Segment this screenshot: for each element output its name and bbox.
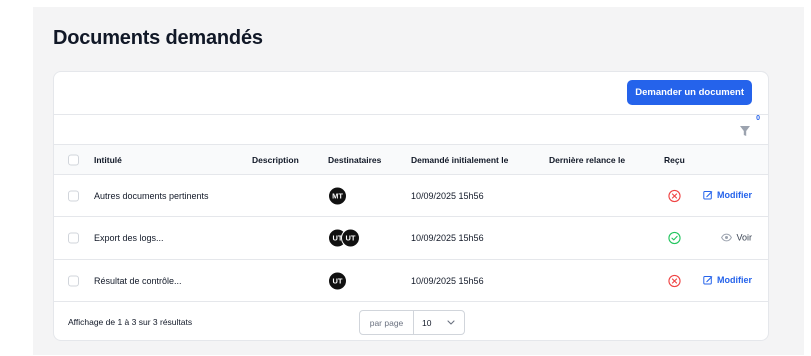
page-title: Documents demandés xyxy=(53,27,263,49)
select-all-checkbox[interactable] xyxy=(68,154,79,165)
x-circle-icon xyxy=(668,274,681,287)
table-header: Intitulé Description Destinataires Deman… xyxy=(54,145,768,175)
row-title: Export des logs... xyxy=(94,233,164,243)
row-requested-date: 10/09/2025 15h56 xyxy=(411,233,484,243)
column-header-recipients[interactable]: Destinataires xyxy=(328,155,381,165)
documents-card: Demander un document 0 Intitulé Descript… xyxy=(53,71,769,341)
row-title: Autres documents pertinents xyxy=(94,190,209,201)
row-action: Voir xyxy=(721,233,752,244)
request-document-button[interactable]: Demander un document xyxy=(627,80,752,105)
avatar[interactable]: UT xyxy=(328,271,347,290)
per-page-select[interactable]: 10 xyxy=(414,311,464,334)
row-checkbox[interactable] xyxy=(68,275,79,286)
filter-count-badge: 0 xyxy=(756,115,760,122)
modify-link-label: Modifier xyxy=(717,189,752,200)
row-recipients: UT xyxy=(328,271,347,290)
row-recipients: UT UT xyxy=(328,228,360,248)
avatar[interactable]: UT xyxy=(341,228,360,248)
row-title: Résultat de contrôle... xyxy=(94,275,182,286)
per-page-control: par page 10 xyxy=(359,310,465,335)
avatar[interactable]: MT xyxy=(328,186,347,205)
per-page-value: 10 xyxy=(422,317,432,328)
check-circle-icon xyxy=(668,231,681,245)
row-action: Modifier xyxy=(703,275,752,287)
card-toolbar: Demander un document xyxy=(54,72,768,115)
column-header-requested[interactable]: Demandé initialement le xyxy=(411,155,508,165)
filter-bar: 0 xyxy=(54,115,768,145)
column-header-title[interactable]: Intitulé xyxy=(94,155,122,165)
modify-link[interactable]: Modifier xyxy=(703,190,752,200)
results-summary: Affichage de 1 à 3 sur 3 résultats xyxy=(68,317,193,327)
table-row: Résultat de contrôle... UT 10/09/2025 15… xyxy=(54,260,768,302)
row-action: Modifier xyxy=(703,190,752,202)
table-row: Autres documents pertinents MT 10/09/202… xyxy=(54,175,768,217)
row-recipients: MT xyxy=(328,186,347,205)
row-checkbox[interactable] xyxy=(68,190,79,201)
view-link[interactable]: Voir xyxy=(721,233,752,243)
column-header-description[interactable]: Description xyxy=(252,155,299,165)
filter-icon[interactable] xyxy=(738,124,752,138)
row-checkbox[interactable] xyxy=(68,232,79,244)
row-requested-date: 10/09/2025 15h56 xyxy=(411,275,484,286)
row-requested-date: 10/09/2025 15h56 xyxy=(411,190,484,201)
modify-link[interactable]: Modifier xyxy=(703,275,752,285)
column-header-received[interactable]: Reçu xyxy=(664,155,685,165)
column-header-last-reminder[interactable]: Dernière relance le xyxy=(549,155,625,165)
per-page-label: par page xyxy=(360,311,414,334)
chevron-down-icon xyxy=(447,320,455,325)
x-circle-icon xyxy=(668,189,681,202)
table-row: Export des logs... UT UT 10/09/2025 15h56… xyxy=(54,217,768,260)
edit-icon xyxy=(703,190,713,199)
edit-icon xyxy=(703,275,713,284)
table-footer: Affichage de 1 à 3 sur 3 résultats par p… xyxy=(54,302,768,340)
modify-link-label: Modifier xyxy=(717,274,752,285)
view-link-label: Voir xyxy=(736,232,752,243)
eye-icon xyxy=(721,233,733,242)
